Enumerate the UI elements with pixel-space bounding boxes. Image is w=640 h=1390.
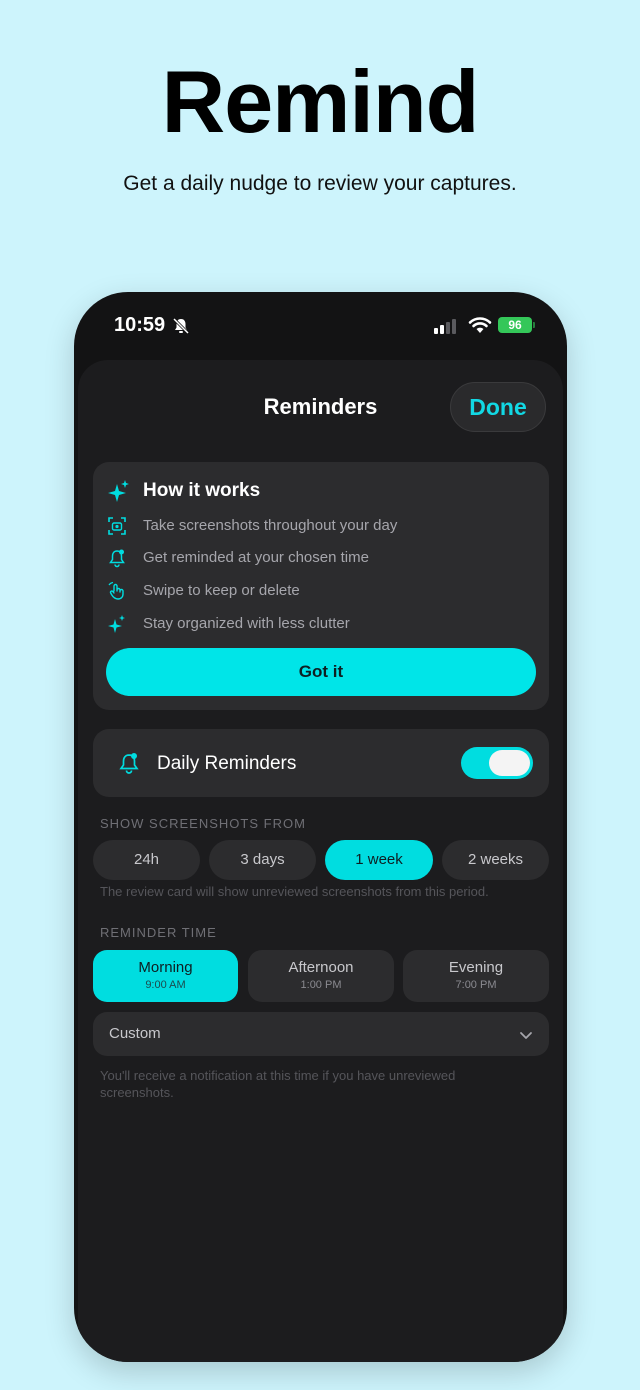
custom-time-select[interactable]: Custom [93, 1012, 549, 1056]
signal-icon [434, 318, 460, 339]
time-option-value: 9:00 AM [145, 979, 186, 991]
how-it-works-text: Take screenshots throughout your day [143, 517, 398, 534]
swipe-icon [107, 581, 127, 606]
how-it-works-item: Swipe to keep or delete [107, 580, 527, 602]
time-option-name: Afternoon [288, 959, 354, 976]
custom-time-label: Custom [109, 1025, 161, 1042]
range-option-24h[interactable]: 24h [93, 840, 200, 880]
hero-subtitle: Get a daily nudge to review your capture… [123, 172, 517, 195]
screenshots-from-label: SHOW SCREENSHOTS FROM [100, 816, 306, 831]
time-option-afternoon[interactable]: Afternoon 1:00 PM [248, 950, 394, 1002]
screenshot-icon [107, 516, 127, 541]
status-time: 10:59 [114, 314, 166, 336]
battery-icon: 96 [498, 317, 532, 333]
status-bar: 10:59 96 [74, 292, 567, 358]
how-it-works-title: How it works [143, 480, 261, 501]
toggle-knob [489, 750, 530, 776]
how-it-works-item: Stay organized with less clutter [107, 613, 527, 635]
how-it-works-text: Stay organized with less clutter [143, 615, 350, 632]
reminder-time-label: REMINDER TIME [100, 925, 217, 940]
how-it-works-item: Take screenshots throughout your day [107, 515, 527, 537]
range-option-3-days[interactable]: 3 days [209, 840, 316, 880]
hero-title: Remind [161, 52, 480, 151]
sparkle-icon [107, 478, 131, 509]
wifi-icon [468, 316, 492, 339]
got-it-button[interactable]: Got it [106, 648, 536, 696]
time-option-value: 7:00 PM [455, 979, 497, 991]
time-option-name: Evening [448, 959, 504, 976]
how-it-works-item: Get reminded at your chosen time [107, 547, 527, 569]
range-option-1-week[interactable]: 1 week [325, 840, 433, 880]
time-option-value: 1:00 PM [300, 979, 342, 991]
time-option-evening[interactable]: Evening 7:00 PM [403, 950, 549, 1002]
battery-tip [533, 322, 535, 328]
phone-frame: 10:59 96 Reminders Done How it works Tak… [74, 292, 567, 1362]
bell-icon [117, 751, 141, 780]
reminder-time-hint: You'll receive a notification at this ti… [100, 1068, 456, 1100]
done-button[interactable]: Done [450, 382, 546, 432]
time-option-name: Morning [138, 959, 193, 976]
reminders-sheet: Reminders Done How it works Take screens… [78, 360, 563, 1362]
range-option-2-weeks[interactable]: 2 weeks [442, 840, 549, 880]
screenshots-from-hint: The review card will show unreviewed scr… [100, 884, 489, 899]
how-it-works-text: Get reminded at your chosen time [143, 549, 369, 566]
bell-icon [107, 548, 127, 573]
daily-reminders-row: Daily Reminders [93, 729, 549, 797]
daily-reminders-label: Daily Reminders [157, 753, 297, 774]
chevron-down-icon [519, 1028, 533, 1046]
bell-off-icon [172, 317, 190, 340]
daily-reminders-toggle[interactable] [461, 747, 533, 779]
how-it-works-text: Swipe to keep or delete [143, 582, 300, 599]
sparkle-icon [107, 614, 127, 639]
how-it-works-card: How it works Take screenshots throughout… [93, 462, 549, 710]
time-option-morning[interactable]: Morning 9:00 AM [93, 950, 238, 1002]
